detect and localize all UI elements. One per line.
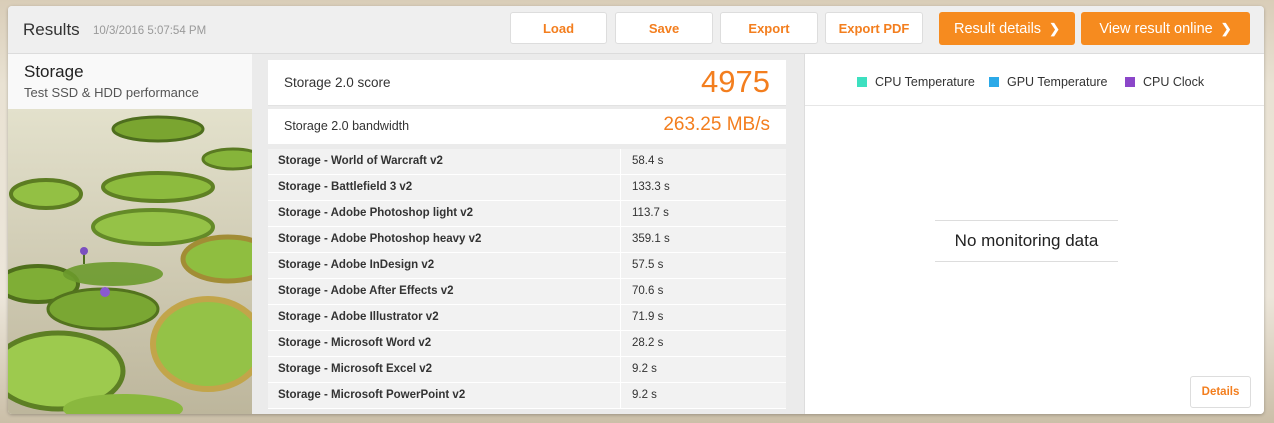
subtest-name: Storage - Microsoft Word v2 — [278, 337, 432, 349]
load-button[interactable]: Load — [510, 12, 607, 44]
legend-swatch — [989, 77, 999, 87]
subtest-name: Storage - Adobe Photoshop light v2 — [278, 207, 474, 219]
subtest-time: 359.1 s — [632, 233, 670, 245]
subtest-name: Storage - Adobe Illustrator v2 — [278, 311, 439, 323]
monitoring-section: CPU Temperature GPU Temperature CPU Cloc… — [804, 54, 1264, 414]
subtest-time: 57.5 s — [632, 259, 664, 271]
table-row: Storage - Battlefield 3 v2 133.3 s — [268, 175, 786, 201]
test-image-water-lilies — [8, 109, 252, 414]
subtest-time: 9.2 s — [632, 389, 657, 401]
save-button[interactable]: Save — [615, 12, 713, 44]
subtest-time: 133.3 s — [632, 181, 670, 193]
test-description: Test SSD & HDD performance — [24, 85, 199, 100]
subtest-time: 58.4 s — [632, 155, 664, 167]
monitoring-legend: CPU Temperature GPU Temperature CPU Cloc… — [805, 54, 1264, 106]
subtest-time: 71.9 s — [632, 311, 664, 323]
legend-item-cpu-clock[interactable]: CPU Clock — [1125, 75, 1204, 89]
chevron-right-icon: ❯ — [1049, 20, 1060, 36]
details-button[interactable]: Details — [1190, 376, 1251, 408]
chevron-right-icon: ❯ — [1220, 20, 1232, 36]
legend-label: CPU Temperature — [875, 75, 975, 89]
legend-item-cpu-temperature[interactable]: CPU Temperature — [857, 75, 975, 89]
legend-label: GPU Temperature — [1007, 75, 1108, 89]
result-details-label: Result details — [954, 20, 1042, 37]
subtest-time: 9.2 s — [632, 363, 657, 375]
result-timestamp: 10/3/2016 5:07:54 PM — [93, 25, 207, 37]
bandwidth-row: Storage 2.0 bandwidth 263.25 MB/s — [268, 109, 786, 144]
legend-label: CPU Clock — [1143, 75, 1205, 89]
test-info: Storage Test SSD & HDD performance — [8, 54, 252, 414]
subtest-time: 70.6 s — [632, 285, 664, 297]
results-panel: Results 10/3/2016 5:07:54 PM Load Save E… — [8, 6, 1264, 414]
legend-swatch — [1125, 77, 1135, 87]
test-name: Storage — [24, 62, 84, 81]
subtest-name: Storage - Adobe Photoshop heavy v2 — [278, 233, 482, 245]
subtest-name: Storage - Microsoft Excel v2 — [278, 363, 433, 375]
view-result-online-button[interactable]: View result online ❯ — [1081, 12, 1250, 45]
subtest-name: Storage - Adobe After Effects v2 — [278, 285, 454, 297]
results-header: Results 10/3/2016 5:07:54 PM Load Save E… — [8, 6, 1264, 54]
table-row: Storage - Adobe After Effects v2 70.6 s — [268, 279, 786, 305]
table-row: Storage - Microsoft PowerPoint v2 9.2 s — [268, 383, 786, 409]
score-value: 4975 — [701, 64, 770, 99]
no-monitoring-data-message: No monitoring data — [935, 220, 1118, 262]
table-row: Storage - Microsoft Excel v2 9.2 s — [268, 357, 786, 383]
page-title: Results — [23, 20, 80, 39]
subtest-name: Storage - Adobe InDesign v2 — [278, 259, 435, 271]
subtest-name: Storage - World of Warcraft v2 — [278, 155, 443, 167]
bandwidth-label: Storage 2.0 bandwidth — [284, 119, 410, 133]
subtest-time: 113.7 s — [632, 207, 669, 219]
legend-swatch — [857, 77, 867, 87]
subtest-time: 28.2 s — [632, 337, 664, 349]
table-row: Storage - Adobe Photoshop light v2 113.7 … — [268, 201, 786, 227]
table-row: Storage - Microsoft Word v2 28.2 s — [268, 331, 786, 357]
subtest-table: Storage - World of Warcraft v2 58.4 s Sto… — [268, 149, 786, 409]
table-row: Storage - Adobe Photoshop heavy v2 359.1 … — [268, 227, 786, 253]
score-label: Storage 2.0 score — [284, 75, 391, 90]
export-button[interactable]: Export — [720, 12, 818, 44]
table-row: Storage - World of Warcraft v2 58.4 s — [268, 149, 786, 175]
legend-item-gpu-temperature[interactable]: GPU Temperature — [989, 75, 1108, 89]
result-details-button[interactable]: Result details ❯ — [939, 12, 1075, 45]
subtest-name: Storage - Microsoft PowerPoint v2 — [278, 389, 466, 401]
score-row: Storage 2.0 score 4975 — [268, 60, 786, 106]
score-section: Storage 2.0 score 4975 Storage 2.0 bandw… — [252, 54, 804, 414]
view-result-online-label: View result online — [1099, 20, 1213, 37]
export-pdf-button[interactable]: Export PDF — [825, 12, 923, 44]
table-row: Storage - Adobe Illustrator v2 71.9 s — [268, 305, 786, 331]
subtest-name: Storage - Battlefield 3 v2 — [278, 181, 413, 193]
bandwidth-value: 263.25 MB/s — [663, 114, 770, 135]
table-row: Storage - Adobe InDesign v2 57.5 s — [268, 253, 786, 279]
